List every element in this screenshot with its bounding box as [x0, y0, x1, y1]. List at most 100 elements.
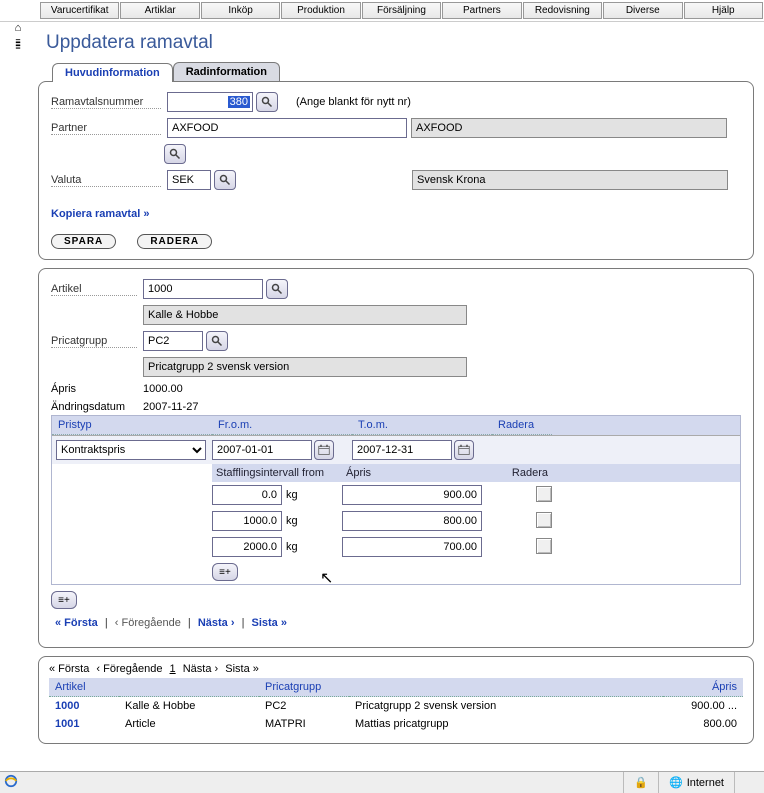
listing-pc-1: MATPRI — [265, 717, 355, 731]
staff-price-0[interactable] — [342, 485, 482, 505]
staff-row: kg — [212, 482, 740, 508]
home-icon[interactable]: ⌂ — [4, 22, 32, 34]
tab-huvudinformation[interactable]: Huvudinformation — [52, 63, 173, 82]
staff-row: kg — [212, 508, 740, 534]
lh-pricat: Pricatgrupp — [259, 678, 349, 697]
listing-price-0: 900.00 ... — [657, 699, 737, 713]
menu-diverse[interactable]: Diverse — [603, 2, 682, 19]
tabbar: Huvudinformation Radinformation — [52, 62, 754, 81]
partner-name: AXFOOD — [411, 118, 727, 138]
ramavtal-lookup-button[interactable] — [256, 92, 278, 112]
menu-produktion[interactable]: Produktion — [281, 2, 360, 19]
price-grid-row: Kontraktspris — [52, 436, 740, 464]
menu-varucertifikat[interactable]: Varucertifikat — [40, 2, 119, 19]
ramavtal-input[interactable]: 380 — [228, 96, 250, 108]
listing-artname-0: Kalle & Hobbe — [125, 699, 265, 713]
staff-del-1[interactable] — [536, 512, 552, 528]
lh-apris: Ápris — [663, 678, 743, 697]
staff-row: kg — [212, 534, 740, 560]
andrdatum-label: Ändringsdatum — [51, 401, 137, 413]
menu-redovisning[interactable]: Redovisning — [523, 2, 602, 19]
lh-artikel: Artikel — [49, 678, 119, 697]
staff-price-1[interactable] — [342, 511, 482, 531]
listing-artno-1[interactable]: 1001 — [55, 718, 79, 730]
listing-pc-0: PC2 — [265, 699, 355, 713]
partner-input[interactable] — [167, 118, 407, 138]
staff-col-radera: Radera — [502, 464, 552, 482]
price-add-button[interactable]: ≡+ — [51, 591, 77, 609]
valuta-name: Svensk Krona — [412, 170, 728, 190]
pager-last[interactable]: Sista » — [251, 617, 286, 629]
staff-qty-2[interactable] — [212, 537, 282, 557]
artikel-lookup-button[interactable] — [266, 279, 288, 299]
delete-button[interactable]: RADERA — [137, 234, 212, 249]
pager2-last[interactable]: Sista » — [225, 663, 259, 675]
page-title: Uppdatera ramavtal — [38, 26, 754, 62]
from-input[interactable] — [212, 440, 312, 460]
pager-first[interactable]: « Första — [55, 617, 98, 629]
partner-label: Partner — [51, 122, 161, 135]
head-panel: Ramavtalsnummer 380 (Ange blankt för nyt… — [38, 81, 754, 260]
listing-row[interactable]: 1000 Kalle & Hobbe PC2 Pricatgrupp 2 sve… — [49, 697, 743, 715]
pager-prev: ‹ Föregående — [115, 617, 181, 629]
apris-value: 1000.00 — [143, 383, 183, 395]
save-button[interactable]: SPARA — [51, 234, 116, 249]
staff-add-button[interactable]: ≡+ — [212, 563, 238, 581]
valuta-input[interactable] — [167, 170, 211, 190]
tom-input[interactable] — [352, 440, 452, 460]
copy-ramavtal-link[interactable]: Kopiera ramavtal » — [51, 208, 149, 220]
staff-col-from: Stafflingsintervall from — [212, 464, 342, 482]
listing-row[interactable]: 1001 Article MATPRI Mattias pricatgrupp … — [49, 715, 743, 733]
lock-icon: 🔒 — [634, 776, 648, 789]
pristyp-select[interactable]: Kontraktspris — [56, 440, 206, 460]
staff-del-0[interactable] — [536, 486, 552, 502]
listing-pcname-1: Mattias pricatgrupp — [355, 717, 657, 731]
apris-label: Ápris — [51, 383, 137, 395]
artikel-name: Kalle & Hobbe — [143, 305, 467, 325]
artikel-input[interactable] — [143, 279, 263, 299]
valuta-lookup-button[interactable] — [214, 170, 236, 190]
valuta-label: Valuta — [51, 174, 161, 187]
pager2-prev[interactable]: ‹ Föregående — [96, 663, 162, 675]
andrdatum-value: 2007-11-27 — [143, 401, 198, 413]
pager-rad: « Första | ‹ Föregående | Nästa › | Sist… — [55, 617, 737, 629]
menu-hjalp[interactable]: Hjälp — [684, 2, 763, 19]
from-calendar-button[interactable] — [314, 440, 334, 460]
listing-artno-0[interactable]: 1000 — [55, 700, 79, 712]
staff-unit-2: kg — [282, 541, 308, 553]
listing-artname-1: Article — [125, 717, 265, 731]
staff-del-2[interactable] — [536, 538, 552, 554]
staff-price-2[interactable] — [342, 537, 482, 557]
listing-price-1: 800.00 — [657, 717, 737, 731]
rad-panel: Artikel Kalle & Hobbe Pricatgrupp Pricat — [38, 268, 754, 648]
pricat-input[interactable] — [143, 331, 203, 351]
menu-forsaljning[interactable]: Försäljning — [362, 2, 441, 19]
pager2-first[interactable]: « Första — [49, 663, 89, 675]
ie-icon — [0, 774, 22, 791]
menu-partners[interactable]: Partners — [442, 2, 521, 19]
list-icon[interactable]: ≡≡≡ — [4, 40, 32, 49]
pager-next[interactable]: Nästa › — [198, 617, 235, 629]
tab-radinformation[interactable]: Radinformation — [173, 62, 280, 81]
pricat-lookup-button[interactable] — [206, 331, 228, 351]
artikel-label: Artikel — [51, 283, 137, 296]
menu-inkop[interactable]: Inköp — [201, 2, 280, 19]
tom-calendar-button[interactable] — [454, 440, 474, 460]
status-zone: Internet — [687, 777, 724, 789]
staff-unit-1: kg — [282, 515, 308, 527]
pager2-next[interactable]: Nästa › — [183, 663, 218, 675]
listing-header: Artikel Pricatgrupp Ápris — [49, 678, 743, 697]
pricat-label: Pricatgrupp — [51, 335, 137, 348]
listing-pcname-0: Pricatgrupp 2 svensk version — [355, 699, 657, 713]
ramavtal-label: Ramavtalsnummer — [51, 96, 161, 109]
staff-qty-0[interactable] — [212, 485, 282, 505]
price-grid-header: Pristyp Fr.o.m. T.o.m. Radera — [52, 416, 740, 436]
menubar: Varucertifikat Artiklar Inköp Produktion… — [0, 0, 764, 22]
menu-artiklar[interactable]: Artiklar — [120, 2, 199, 19]
staff-unit-0: kg — [282, 489, 308, 501]
pricat-name: Pricatgrupp 2 svensk version — [143, 357, 467, 377]
staff-qty-1[interactable] — [212, 511, 282, 531]
col-from: Fr.o.m. — [212, 416, 352, 435]
partner-lookup-button[interactable] — [164, 144, 186, 164]
statusbar: 🔒 🌐 Internet — [0, 771, 764, 793]
